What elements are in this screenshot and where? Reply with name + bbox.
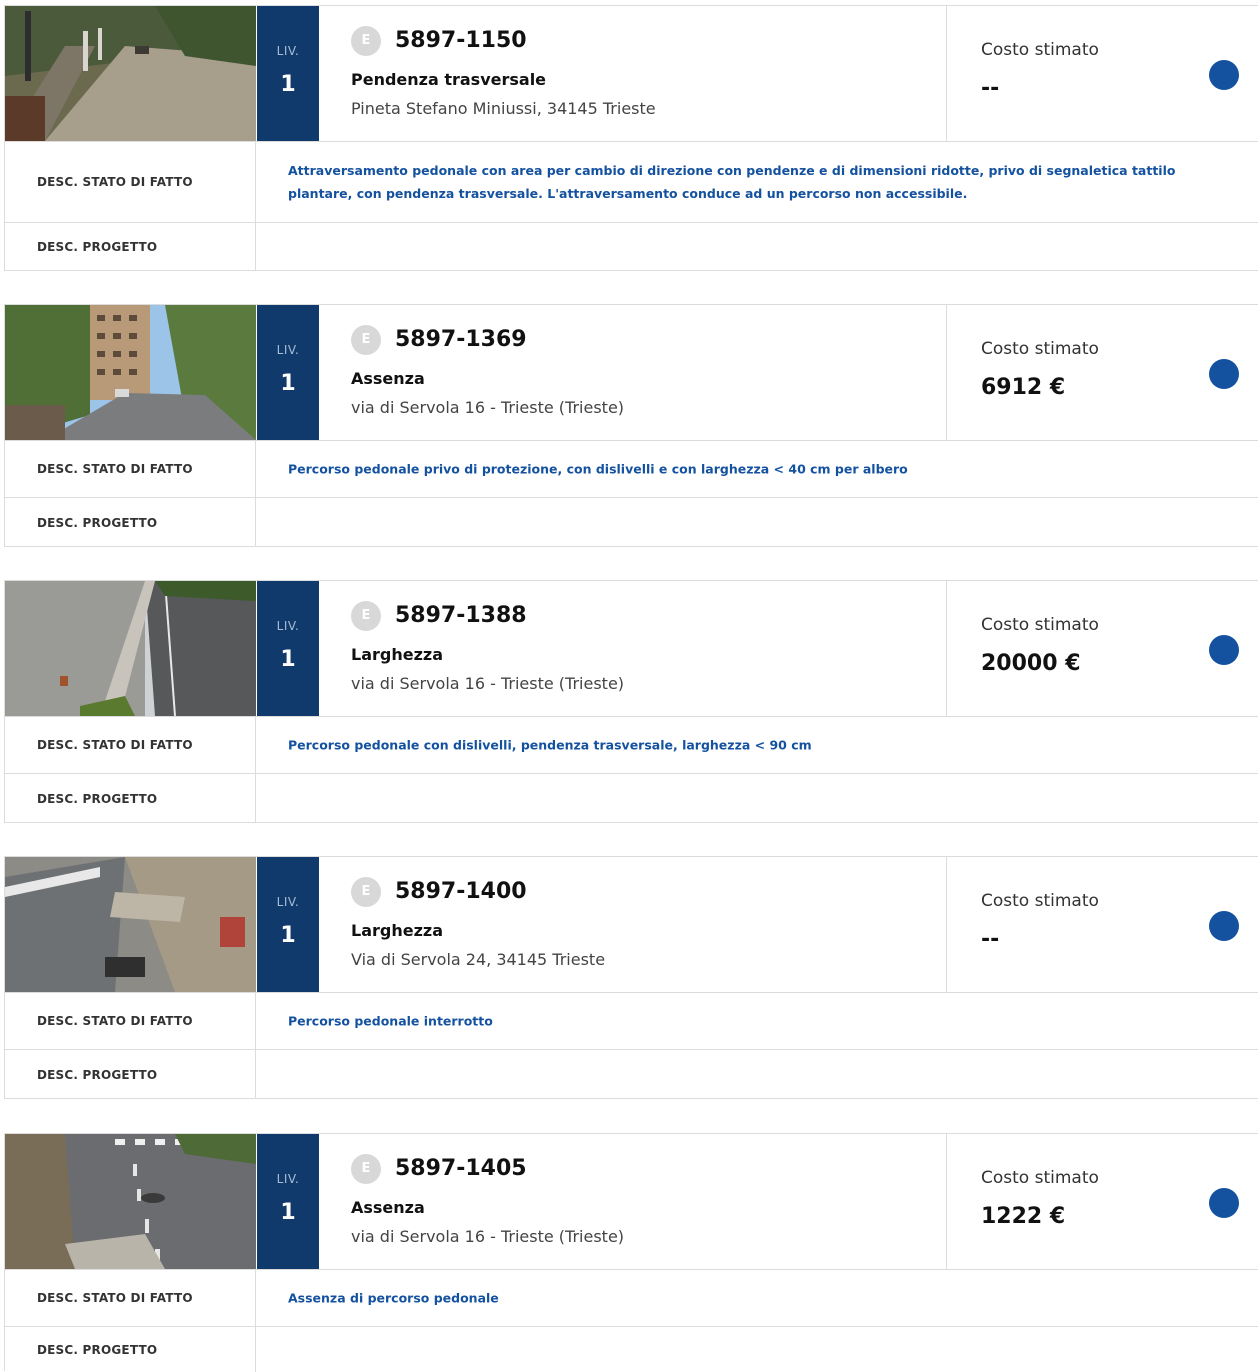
issue-info: E 5897-1388 Larghezza via di Servola 16 …	[319, 581, 947, 716]
issue-code[interactable]: 5897-1369	[395, 325, 527, 355]
desc-progetto-label: DESC. PROGETTO	[5, 774, 256, 823]
status-dot-icon[interactable]	[1209, 911, 1239, 941]
card-header: LIV. 1 E 5897-1405 Assenza via di Servol…	[5, 1134, 1258, 1270]
category-badge: E	[351, 877, 381, 907]
desc-stato-label: DESC. STATO DI FATTO	[5, 993, 256, 1049]
cost-label: Costo stimato	[981, 615, 1099, 635]
level-indicator: LIV. 1	[257, 6, 319, 141]
cost-value: --	[981, 927, 1000, 952]
level-number: 1	[280, 1200, 296, 1225]
desc-progetto-row: DESC. PROGETTO	[5, 498, 1258, 547]
cost-value: 6912 €	[981, 375, 1066, 400]
issue-address: via di Servola 16 - Trieste (Trieste)	[351, 398, 625, 417]
issue-address: Pineta Stefano Miniussi, 34145 Trieste	[351, 99, 656, 118]
status-dot-icon[interactable]	[1209, 1188, 1239, 1218]
street-with-apartment-building-photo[interactable]	[5, 305, 256, 440]
issue-info: E 5897-1150 Pendenza trasversale Pineta …	[319, 6, 947, 141]
card-header: LIV. 1 E 5897-1388 Larghezza via di Serv…	[5, 581, 1258, 717]
issue-code[interactable]: 5897-1150	[395, 26, 527, 56]
issue-address: Via di Servola 24, 34145 Trieste	[351, 950, 606, 969]
level-number: 1	[280, 72, 296, 97]
level-number: 1	[280, 923, 296, 948]
issue-info: E 5897-1405 Assenza via di Servola 16 - …	[319, 1134, 947, 1269]
level-label: LIV.	[276, 1172, 300, 1186]
card-header: LIV. 1 E 5897-1369 Assenza via di Servol…	[5, 305, 1258, 441]
issue-code[interactable]: 5897-1388	[395, 601, 527, 631]
desc-progetto-label: DESC. PROGETTO	[5, 223, 256, 271]
category-badge: E	[351, 1154, 381, 1184]
desc-progetto-row: DESC. PROGETTO	[5, 774, 1258, 823]
category-badge: E	[351, 325, 381, 355]
crosswalk-near-stone-wall-photo[interactable]	[5, 1134, 256, 1269]
issue-code[interactable]: 5897-1405	[395, 1154, 527, 1184]
interrupted-walkway-with-drain-photo[interactable]	[5, 857, 256, 992]
issue-card[interactable]: LIV. 1 E 5897-1369 Assenza via di Servol…	[4, 304, 1258, 547]
cost-value: 1222 €	[981, 1204, 1066, 1229]
status-dot-icon[interactable]	[1209, 635, 1239, 665]
desc-progetto-row: DESC. PROGETTO	[5, 223, 1258, 271]
cost-label: Costo stimato	[981, 40, 1099, 60]
desc-stato-text: Percorso pedonale privo di protezione, c…	[288, 461, 908, 477]
level-number: 1	[280, 647, 296, 672]
desc-stato-label: DESC. STATO DI FATTO	[5, 1270, 256, 1326]
category-badge: E	[351, 601, 381, 631]
level-label: LIV.	[276, 619, 300, 633]
issue-info: E 5897-1369 Assenza via di Servola 16 - …	[319, 305, 947, 440]
issue-card[interactable]: LIV. 1 E 5897-1150 Pendenza trasversale …	[4, 5, 1258, 271]
desc-progetto-label: DESC. PROGETTO	[5, 498, 256, 547]
cost-label: Costo stimato	[981, 1168, 1099, 1188]
narrow-curb-along-wall-photo[interactable]	[5, 581, 256, 716]
level-label: LIV.	[276, 895, 300, 909]
issue-subject: Assenza	[351, 369, 425, 388]
level-indicator: LIV. 1	[257, 857, 319, 992]
cost-value: 20000 €	[981, 651, 1081, 676]
desc-stato-row: DESC. STATO DI FATTO Percorso pedonale c…	[5, 717, 1258, 774]
desc-stato-text: Attraversamento pedonale con area per ca…	[288, 163, 1176, 201]
cost-value: --	[981, 76, 1000, 101]
sidewalk-with-bollards-photo[interactable]	[5, 6, 256, 141]
category-badge: E	[351, 26, 381, 56]
desc-stato-text: Percorso pedonale con dislivelli, penden…	[288, 737, 812, 753]
desc-progetto-row: DESC. PROGETTO	[5, 1327, 1258, 1372]
issue-card[interactable]: LIV. 1 E 5897-1400 Larghezza Via di Serv…	[4, 856, 1258, 1099]
level-indicator: LIV. 1	[257, 581, 319, 716]
desc-progetto-label: DESC. PROGETTO	[5, 1050, 256, 1099]
level-label: LIV.	[276, 44, 300, 58]
status-dot-icon[interactable]	[1209, 359, 1239, 389]
card-header: LIV. 1 E 5897-1150 Pendenza trasversale …	[5, 6, 1258, 142]
issue-code[interactable]: 5897-1400	[395, 877, 527, 907]
level-label: LIV.	[276, 343, 300, 357]
issue-card[interactable]: LIV. 1 E 5897-1405 Assenza via di Servol…	[4, 1133, 1258, 1372]
level-indicator: LIV. 1	[257, 1134, 319, 1269]
desc-stato-text: Assenza di percorso pedonale	[288, 1290, 499, 1306]
desc-progetto-row: DESC. PROGETTO	[5, 1050, 1258, 1099]
cost-label: Costo stimato	[981, 339, 1099, 359]
issue-address: via di Servola 16 - Trieste (Trieste)	[351, 674, 625, 693]
desc-progetto-label: DESC. PROGETTO	[5, 1327, 256, 1372]
card-header: LIV. 1 E 5897-1400 Larghezza Via di Serv…	[5, 857, 1258, 993]
level-number: 1	[280, 371, 296, 396]
desc-stato-label: DESC. STATO DI FATTO	[5, 717, 256, 773]
desc-stato-row: DESC. STATO DI FATTO Attraversamento ped…	[5, 142, 1258, 223]
level-indicator: LIV. 1	[257, 305, 319, 440]
status-dot-icon[interactable]	[1209, 60, 1239, 90]
desc-stato-label: DESC. STATO DI FATTO	[5, 441, 256, 497]
desc-stato-row: DESC. STATO DI FATTO Percorso pedonale p…	[5, 441, 1258, 498]
issue-subject: Assenza	[351, 1198, 425, 1217]
desc-stato-row: DESC. STATO DI FATTO Assenza di percorso…	[5, 1270, 1258, 1327]
issue-address: via di Servola 16 - Trieste (Trieste)	[351, 1227, 625, 1246]
issue-subject: Pendenza trasversale	[351, 70, 547, 89]
cost-label: Costo stimato	[981, 891, 1099, 911]
desc-stato-label: DESC. STATO DI FATTO	[5, 142, 256, 222]
issue-info: E 5897-1400 Larghezza Via di Servola 24,…	[319, 857, 947, 992]
issue-subject: Larghezza	[351, 921, 443, 940]
issue-card[interactable]: LIV. 1 E 5897-1388 Larghezza via di Serv…	[4, 580, 1258, 823]
desc-stato-text: Percorso pedonale interrotto	[288, 1013, 493, 1029]
issue-subject: Larghezza	[351, 645, 443, 664]
desc-stato-row: DESC. STATO DI FATTO Percorso pedonale i…	[5, 993, 1258, 1050]
